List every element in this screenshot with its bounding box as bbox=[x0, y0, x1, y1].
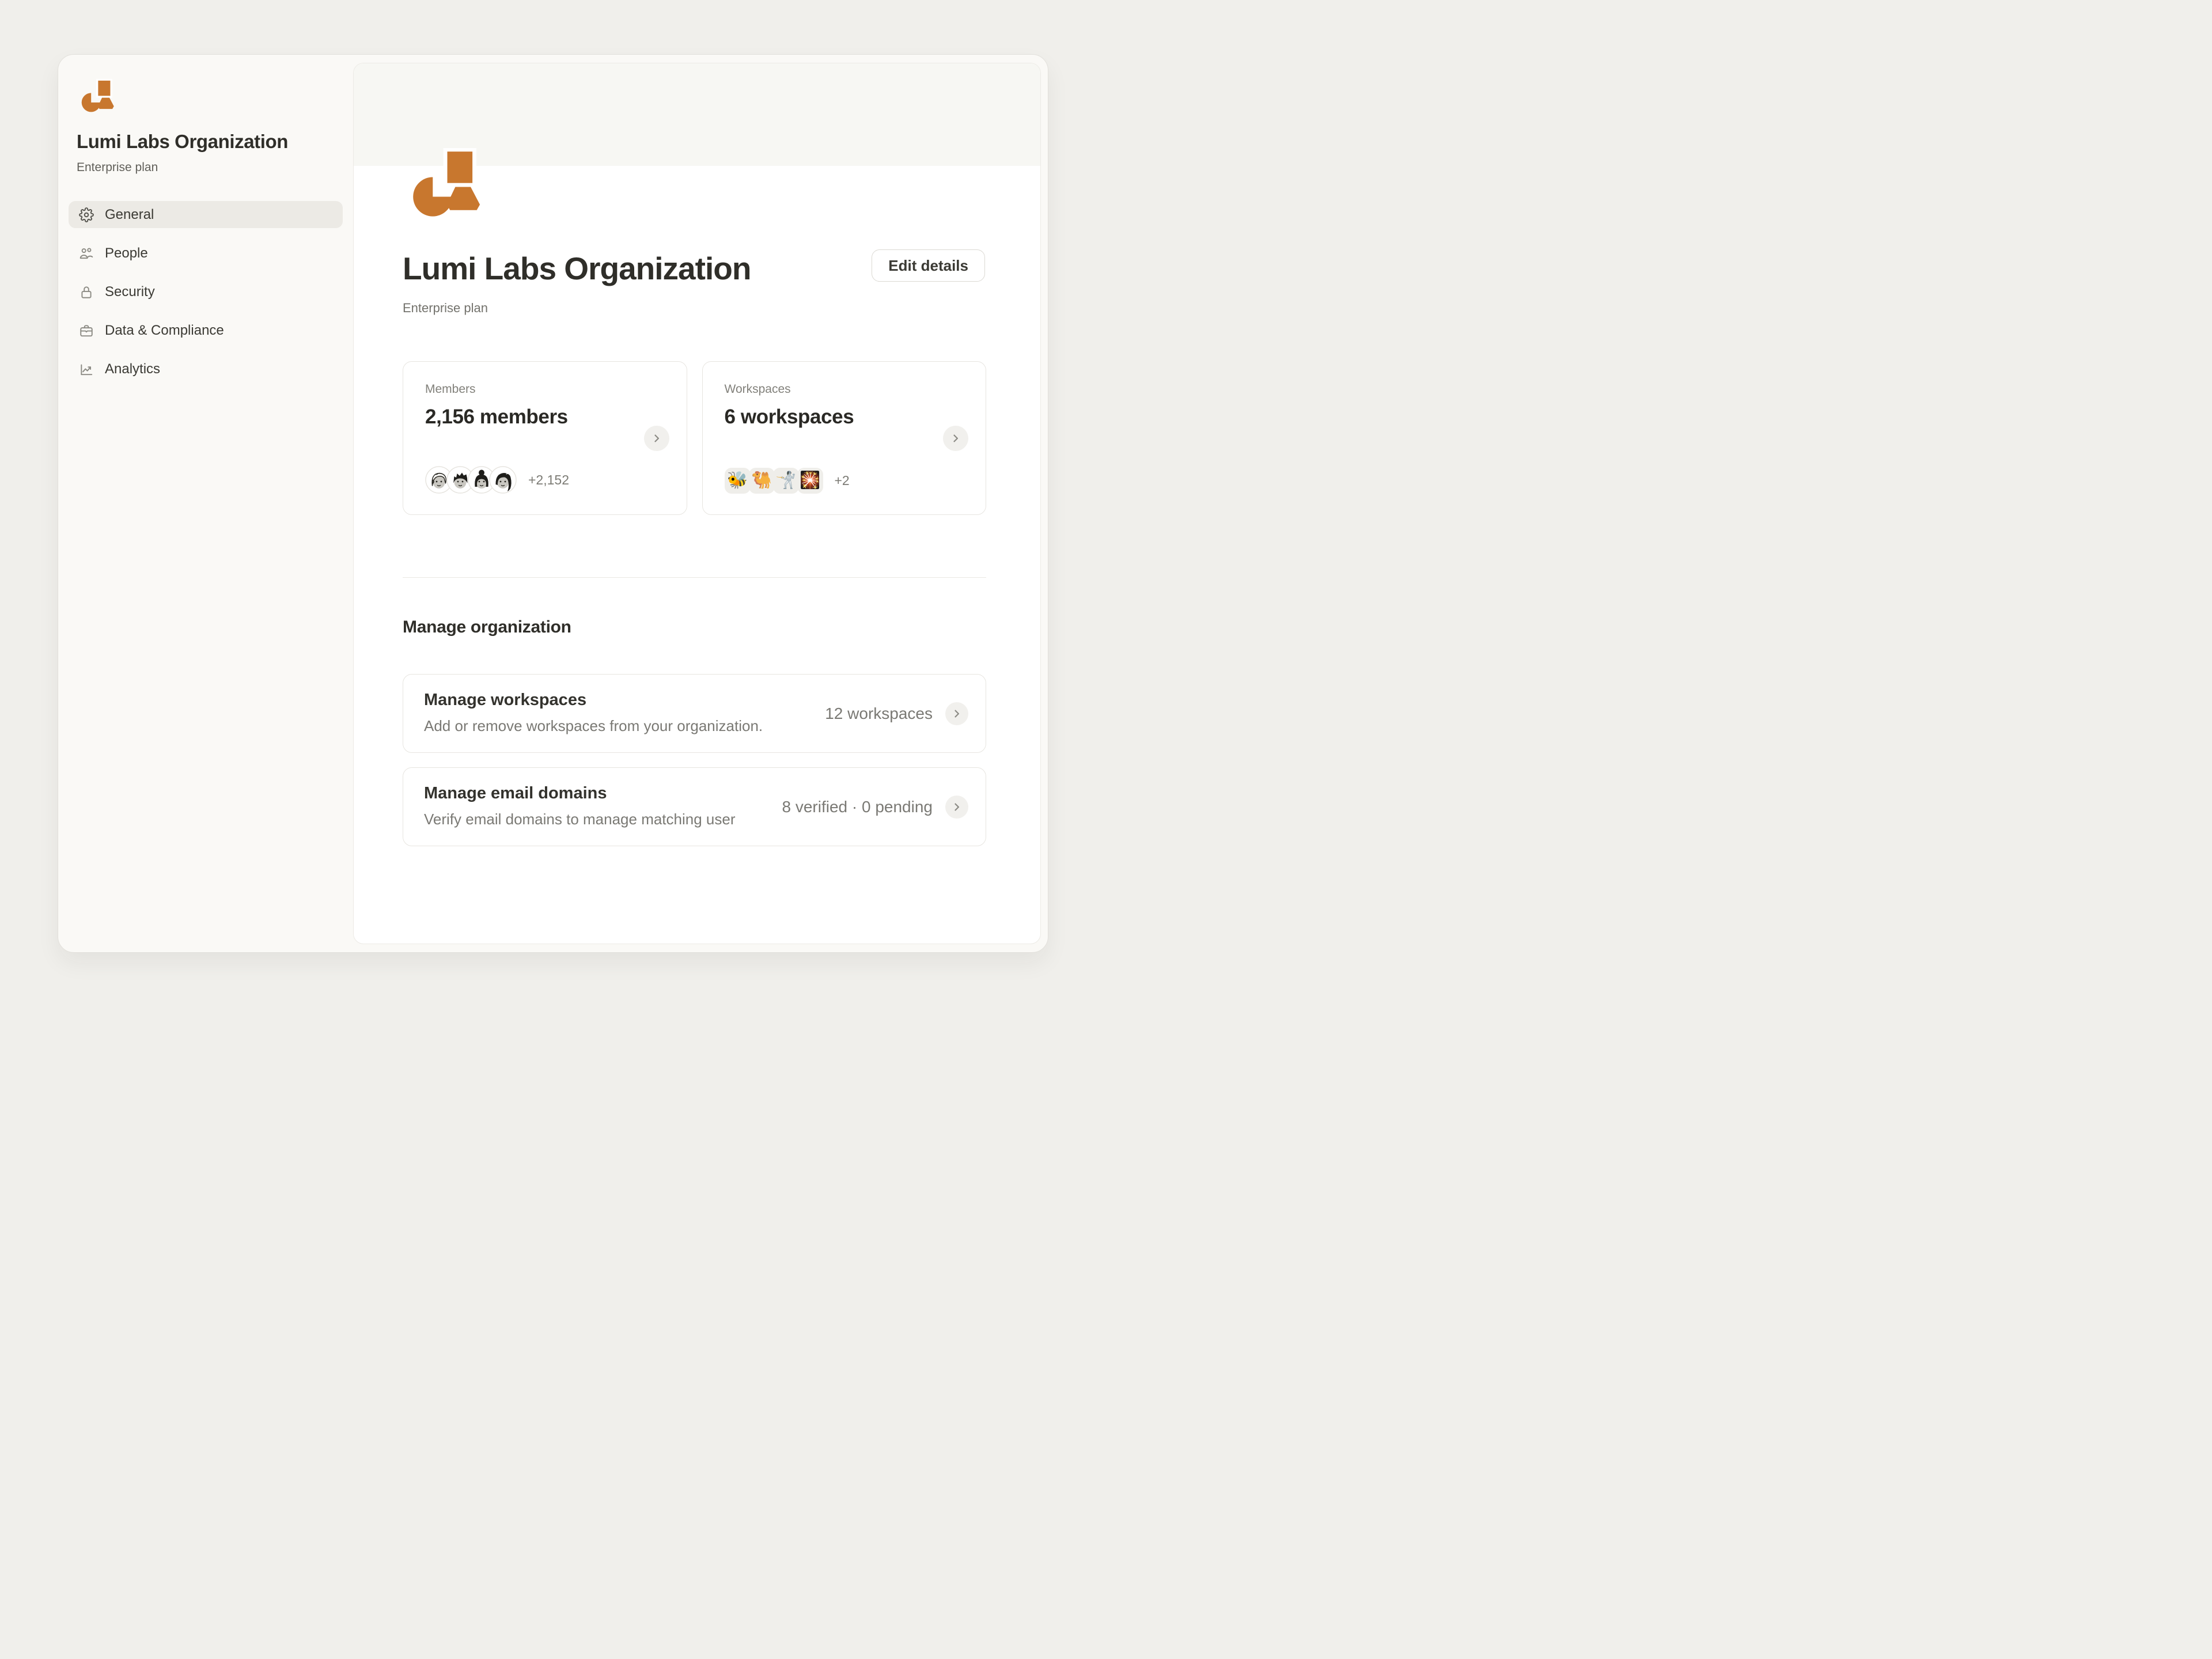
settings-window: Lumi Labs Organization Enterprise plan G… bbox=[58, 54, 1048, 953]
workspace-emoji-tile: 🤺 bbox=[773, 468, 799, 494]
sidebar-item-security[interactable]: Security bbox=[69, 278, 343, 305]
manage-email-domains-chevron-button[interactable] bbox=[945, 796, 968, 819]
workspaces-card-label: Workspaces bbox=[725, 382, 964, 396]
workspace-tiles: 🐝 🐫 🤺 🎇 bbox=[725, 468, 823, 494]
page-title: Lumi Labs Organization bbox=[403, 250, 751, 287]
workspaces-card[interactable]: Workspaces 6 workspaces 🐝 🐫 🤺 🎇 +2 bbox=[702, 361, 987, 515]
edit-details-button[interactable]: Edit details bbox=[872, 249, 985, 282]
plan-label: Enterprise plan bbox=[403, 301, 488, 316]
workspaces-overflow-count: +2 bbox=[835, 473, 850, 488]
sidebar-item-data-compliance[interactable]: Data & Compliance bbox=[69, 317, 343, 344]
members-chevron-button[interactable] bbox=[644, 426, 669, 451]
sidebar-plan-label: Enterprise plan bbox=[77, 161, 158, 175]
sidebar-item-label: Analytics bbox=[105, 361, 160, 377]
manage-organization-heading: Manage organization bbox=[403, 618, 571, 637]
gear-icon bbox=[79, 207, 94, 222]
chevron-right-icon bbox=[951, 708, 963, 719]
chevron-right-icon bbox=[651, 433, 662, 444]
sidebar-item-label: Data & Compliance bbox=[105, 323, 224, 339]
chevron-right-icon bbox=[950, 433, 961, 444]
workspaces-chevron-button[interactable] bbox=[943, 426, 968, 451]
section-divider bbox=[403, 577, 986, 578]
briefcase-icon bbox=[79, 323, 94, 338]
sidebar-nav: General People Security Data & Complianc… bbox=[69, 201, 343, 394]
manage-workspaces-row[interactable]: Manage workspaces Add or remove workspac… bbox=[403, 674, 986, 753]
lock-icon bbox=[79, 285, 94, 300]
sidebar-item-people[interactable]: People bbox=[69, 240, 343, 267]
stat-cards: Members 2,156 members +2,152 Wor bbox=[403, 361, 986, 515]
chart-icon bbox=[79, 362, 94, 377]
workspace-emoji-tile: 🐫 bbox=[749, 468, 775, 494]
sidebar-org-name: Lumi Labs Organization bbox=[77, 131, 330, 153]
org-logo-icon bbox=[81, 79, 119, 112]
workspaces-count-meta: 12 workspaces bbox=[825, 704, 933, 723]
workspace-emoji-tile: 🐝 bbox=[725, 468, 751, 494]
sidebar-item-general[interactable]: General bbox=[69, 201, 343, 228]
member-avatar bbox=[489, 466, 517, 494]
org-logo-large bbox=[412, 148, 491, 217]
chevron-right-icon bbox=[951, 801, 963, 813]
members-card-label: Members bbox=[425, 382, 665, 396]
member-avatars bbox=[425, 466, 517, 494]
manage-workspaces-chevron-button[interactable] bbox=[945, 702, 968, 725]
workspace-emoji-tile: 🎇 bbox=[797, 468, 823, 494]
sidebar-item-label: Security bbox=[105, 284, 155, 300]
sidebar-item-label: People bbox=[105, 245, 148, 262]
users-icon bbox=[79, 246, 94, 261]
workspaces-count: 6 workspaces bbox=[725, 406, 964, 429]
sidebar-item-analytics[interactable]: Analytics bbox=[69, 355, 343, 382]
email-domains-status-meta: 8 verified · 0 pending bbox=[782, 798, 933, 816]
members-overflow-count: +2,152 bbox=[528, 472, 569, 488]
members-count: 2,156 members bbox=[425, 406, 665, 429]
main-panel: Lumi Labs Organization Enterprise plan E… bbox=[353, 63, 1041, 944]
sidebar-item-label: General bbox=[105, 207, 154, 223]
manage-email-domains-row[interactable]: Manage email domains Verify email domain… bbox=[403, 767, 986, 846]
sidebar: Lumi Labs Organization Enterprise plan G… bbox=[58, 55, 353, 952]
members-card[interactable]: Members 2,156 members +2,152 bbox=[403, 361, 687, 515]
